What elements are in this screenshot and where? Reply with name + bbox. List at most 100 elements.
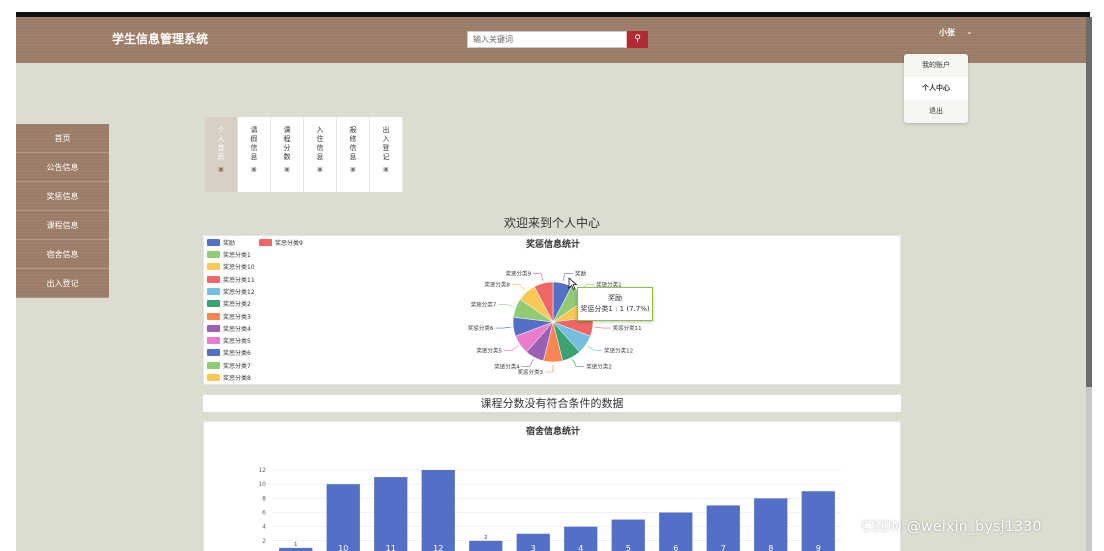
tab-label-char: 息: [349, 153, 357, 161]
menu-item-personal-center[interactable]: 个人中心: [904, 77, 968, 100]
bar-data-label: 5: [626, 544, 631, 551]
screen: 学生信息管理系统 输入关键词 ⚲ 小张 ⌄ 我的账户 个人中心 退出 首页 公告…: [0, 0, 1104, 551]
pie-label-line: [503, 345, 519, 351]
sidebar-item-announcements[interactable]: 公告信息: [16, 153, 109, 182]
y-tick-label: 2: [262, 538, 266, 545]
tab-label-char: 信: [250, 144, 258, 152]
tab-label-char: 程: [283, 135, 291, 143]
legend-label: 奖惩分类2: [223, 301, 251, 309]
legend-swatch: [207, 337, 220, 345]
legend-swatch: [207, 251, 220, 258]
legend-item[interactable]: 奖惩分类8: [207, 373, 251, 382]
search-button[interactable]: ⚲: [627, 31, 648, 48]
user-name[interactable]: 小张: [939, 27, 955, 38]
tab-label-char: 信: [349, 144, 357, 152]
y-tick-label: 6: [262, 510, 266, 517]
legend-item[interactable]: 奖惩分类12: [207, 287, 255, 296]
sidebar-item-home[interactable]: 首页: [16, 124, 109, 153]
pie-label-line: [594, 326, 611, 329]
pie-label-line: [587, 345, 603, 351]
tab-label-char: 分: [283, 144, 291, 152]
tab-label-char: 请: [250, 126, 258, 134]
tab-label-char: 数: [283, 153, 291, 161]
bar-data-label: 8: [768, 544, 773, 551]
legend-label: 奖惩分类12: [223, 288, 255, 296]
chevron-down-icon[interactable]: ⌄: [966, 27, 973, 36]
menu-item-my-account[interactable]: 我的账户: [904, 54, 968, 77]
bar-data-label: 4: [578, 544, 583, 551]
legend-item[interactable]: 奖惩分类2: [207, 299, 251, 308]
legend-swatch: [207, 239, 220, 246]
bar[interactable]: [374, 477, 408, 551]
tab-checkin-info[interactable]: 入 住 信 息 ▣: [304, 117, 337, 192]
legend-swatch: [207, 312, 220, 320]
tab-repair-info[interactable]: 报 修 信 息 ▣: [337, 117, 370, 192]
sidebar-item-courses[interactable]: 课程信息: [16, 211, 109, 240]
legend-swatch: [207, 275, 220, 283]
bar[interactable]: [326, 484, 360, 551]
award-chart-title: 奖惩信息统计: [525, 240, 580, 250]
pie-slice-label: 奖惩分类5: [476, 346, 502, 354]
pie-label-line: [498, 303, 514, 308]
pie-label-line: [545, 364, 554, 373]
bar[interactable]: [801, 491, 835, 551]
bar[interactable]: [469, 540, 503, 551]
tab-label-char: 入: [382, 135, 390, 143]
legend-swatch: [207, 324, 220, 332]
tab-label-char: 个: [217, 126, 225, 134]
legend-item[interactable]: 奖惩分类10: [207, 262, 255, 271]
y-tick-label: 4: [262, 524, 266, 531]
bar-data-label: 6: [673, 544, 678, 551]
personal-center-tabs: 个 人 首 页 ▣ 请 假 信 息 ▣ 课 程 分 数 ▣ 入 住 信 息 ▣ …: [205, 117, 403, 192]
no-data-banner: 课程分数没有符合条件的数据: [203, 395, 901, 412]
legend-swatch: [207, 287, 220, 295]
legend-item[interactable]: 奖惩分类6: [207, 348, 251, 357]
tab-label-char: 记: [382, 153, 390, 161]
sidebar-item-dorms[interactable]: 宿舍信息: [16, 240, 109, 269]
legend-item[interactable]: 奖惩分类9: [259, 238, 303, 247]
tab-personal-home[interactable]: 个 人 首 页 ▣: [205, 117, 238, 192]
scrollbar-thumb[interactable]: [1086, 17, 1092, 387]
tab-label-char: 信: [316, 144, 324, 152]
pie-slice-label: 奖惩分类6: [468, 324, 494, 332]
search-input[interactable]: 输入关键词: [467, 31, 627, 48]
legend-label: 奖惩分类5: [223, 338, 251, 346]
tab-icon: ▣: [350, 166, 356, 173]
sidebar: 首页 公告信息 奖惩信息 课程信息 宿舍信息 出入登记: [16, 124, 109, 298]
sidebar-item-rewards[interactable]: 奖惩信息: [16, 182, 109, 211]
tab-course-scores[interactable]: 课 程 分 数 ▣: [271, 117, 304, 192]
legend-item[interactable]: 奖励: [207, 238, 235, 247]
pie-slice-label: 奖惩分类9: [506, 269, 532, 277]
dorm-chart-panel: 0246810121宿舍信息10宿舍信息11宿舍信息12宿舍信息2宿舍信息3宿舍…: [203, 421, 901, 551]
tab-access-log[interactable]: 出 入 登 记 ▣: [370, 117, 403, 192]
legend-item[interactable]: 奖惩分类1: [207, 250, 251, 259]
tab-icon: ▣: [251, 166, 257, 173]
legend-item[interactable]: 奖惩分类11: [207, 275, 255, 284]
tab-icon: ▣: [284, 166, 290, 173]
bar[interactable]: [421, 470, 455, 551]
y-tick-label: 8: [262, 495, 266, 502]
pie-slice-label: 奖惩分类7: [471, 300, 497, 308]
legend-item[interactable]: 奖惩分类3: [207, 312, 251, 321]
legend-label: 奖惩分类6: [223, 350, 251, 358]
page: 学生信息管理系统 输入关键词 ⚲ 小张 ⌄ 我的账户 个人中心 退出 首页 公告…: [16, 17, 1086, 551]
tab-leave-info[interactable]: 请 假 信 息 ▣: [238, 117, 271, 192]
bar-data-label: 3: [531, 544, 536, 551]
legend-item[interactable]: 奖惩分类4: [207, 324, 251, 333]
menu-item-logout[interactable]: 退出: [904, 100, 968, 123]
legend-label: 奖惩分类9: [275, 240, 303, 247]
bar-data-label: 2: [484, 535, 488, 541]
legend-swatch: [207, 374, 220, 381]
legend-swatch: [207, 300, 220, 308]
legend-item[interactable]: 奖惩分类5: [207, 336, 251, 345]
tab-label-char: 页: [217, 153, 225, 161]
sidebar-item-access-log[interactable]: 出入登记: [16, 269, 109, 298]
bar-data-label: 9: [816, 544, 821, 551]
legend-label: 奖惩分类10: [223, 264, 255, 272]
legend-item[interactable]: 奖惩分类7: [207, 361, 251, 370]
dorm-bar-chart: 0246810121宿舍信息10宿舍信息11宿舍信息12宿舍信息2宿舍信息3宿舍…: [258, 467, 842, 551]
bar-data-label: 10: [338, 544, 348, 551]
award-chart-panel: 奖励奖惩分类1 奖惩分类10 奖惩分类11 奖惩分类12 奖惩分类2 奖惩分类3 奖惩分类4…: [203, 235, 901, 385]
legend-label: 奖惩分类8: [223, 375, 251, 382]
pie-label-line: [521, 359, 534, 367]
